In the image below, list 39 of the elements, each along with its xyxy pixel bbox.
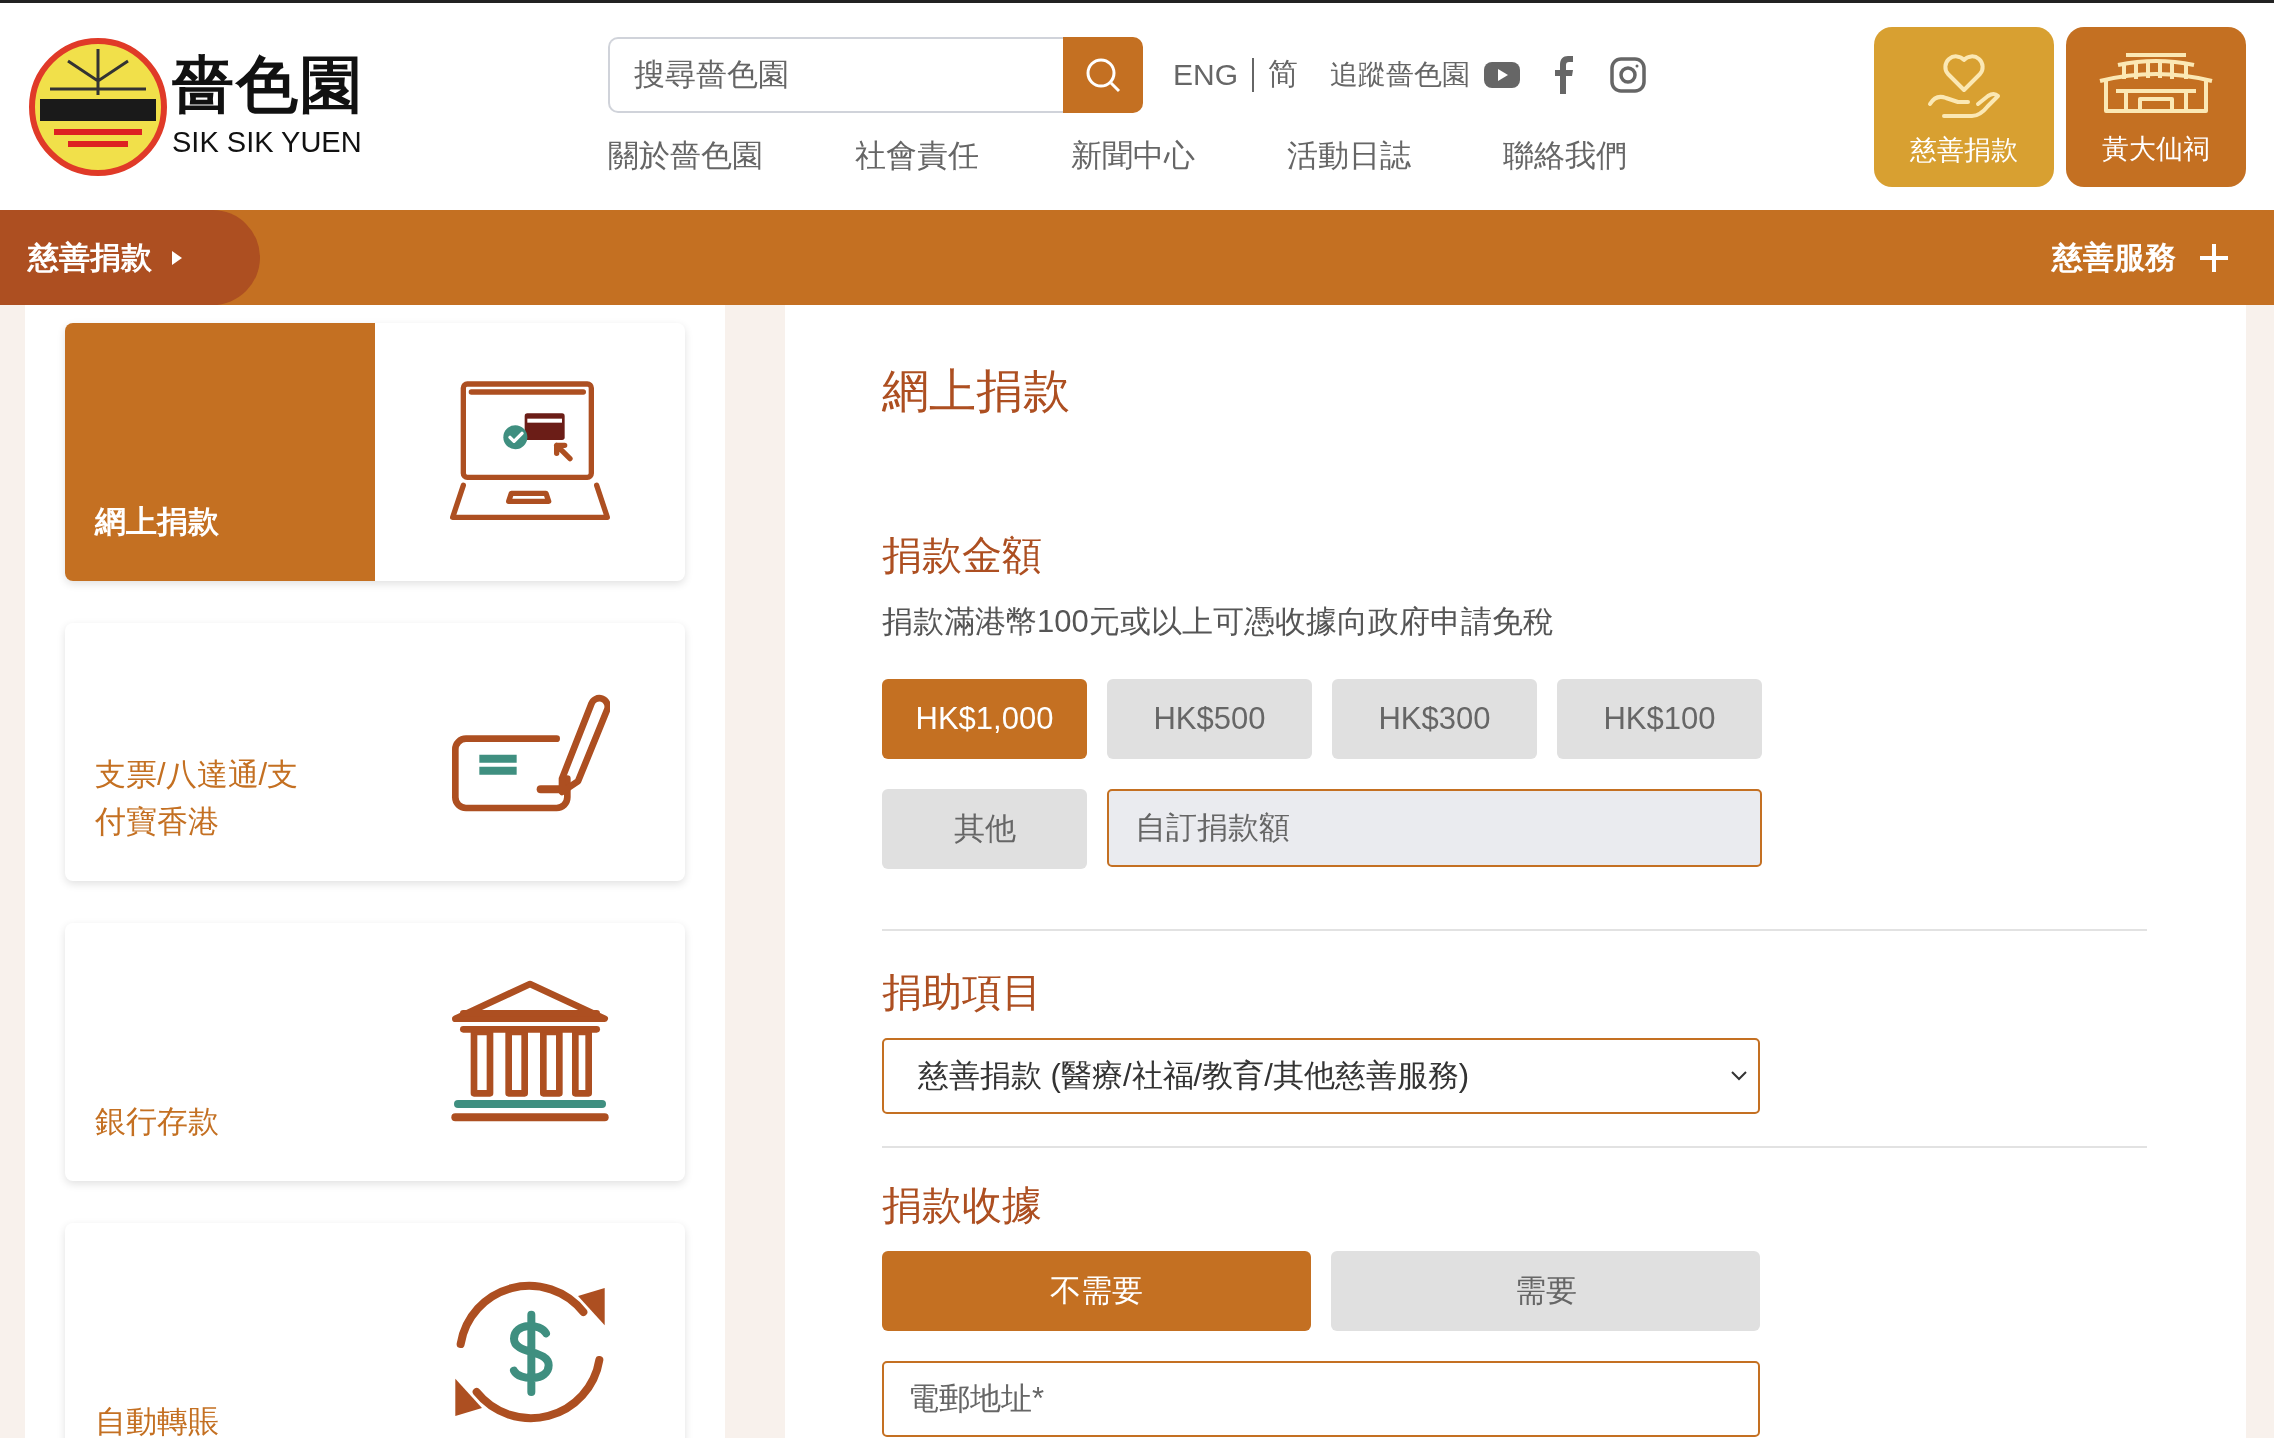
form-title: 網上捐款 bbox=[882, 363, 1071, 419]
breadcrumb-label: 慈善捐款 bbox=[28, 238, 152, 277]
services-menu[interactable]: 慈善服務 bbox=[2046, 235, 2234, 280]
tax-note: 捐款滿港幣100元或以上可憑收據向政府申請免稅 bbox=[882, 603, 1555, 641]
amount-option[interactable]: HK$100 bbox=[1557, 679, 1762, 759]
custom-amount-field[interactable]: 自訂捐款額 bbox=[1107, 789, 1762, 867]
email-field[interactable]: 電郵地址* bbox=[882, 1361, 1760, 1437]
nav-link[interactable]: 關於嗇色園 bbox=[608, 134, 763, 177]
amount-option[interactable]: HK$500 bbox=[1107, 679, 1312, 759]
payment-method-label: 自動轉賬 bbox=[95, 1402, 220, 1438]
payment-method-card[interactable]: 銀行存款 bbox=[65, 923, 685, 1181]
nav-link[interactable]: 社會責任 bbox=[855, 134, 979, 177]
section-heading: 捐助項目 bbox=[882, 969, 1043, 1016]
follow-label: 追蹤嗇色園 bbox=[1330, 57, 1470, 92]
nav-link[interactable]: 活動日誌 bbox=[1287, 134, 1411, 177]
payment-method-card[interactable]: 自動轉賬 bbox=[65, 1223, 685, 1438]
section-heading: 捐款收據 bbox=[882, 1182, 1043, 1229]
temple-button[interactable]: 黃大仙祠 bbox=[2066, 26, 2246, 187]
payment-method-card[interactable]: 支票/八達通/支付寶香港 bbox=[65, 623, 685, 881]
project-select[interactable]: 慈善捐款 (醫療/社福/教育/其他慈善服務) bbox=[882, 1038, 1760, 1114]
payment-method-label: 網上捐款 bbox=[95, 502, 220, 541]
language-link[interactable]: 简 bbox=[1268, 54, 1298, 95]
nav-link[interactable]: 聯絡我們 bbox=[1503, 134, 1627, 177]
receipt-option[interactable]: 需要 bbox=[1331, 1251, 1760, 1331]
breadcrumb-tab[interactable]: 慈善捐款 bbox=[0, 210, 260, 305]
amount-option[interactable]: HK$1,000 bbox=[882, 679, 1087, 759]
receipt-option[interactable]: 不需要 bbox=[882, 1251, 1311, 1331]
language-link[interactable]: ENG bbox=[1173, 57, 1238, 92]
donate-button[interactable]: 慈善捐款 bbox=[1874, 26, 2054, 187]
payment-method-label: 支票/八達通/支付寶香港 bbox=[95, 756, 300, 841]
nav-link[interactable]: 新聞中心 bbox=[1071, 134, 1195, 177]
logo-title: 嗇色園 bbox=[172, 54, 364, 116]
section-heading: 捐款金額 bbox=[882, 532, 1043, 579]
payment-method-card[interactable]: 網上捐款 bbox=[65, 323, 685, 581]
search-field[interactable]: 搜尋嗇色園 bbox=[608, 36, 1063, 113]
payment-method-label: 銀行存款 bbox=[95, 1102, 220, 1141]
other-amount-option[interactable]: 其他 bbox=[882, 789, 1087, 869]
logo-subtitle: SIK SIK YUEN bbox=[172, 126, 362, 159]
amount-option[interactable]: HK$300 bbox=[1332, 679, 1537, 759]
